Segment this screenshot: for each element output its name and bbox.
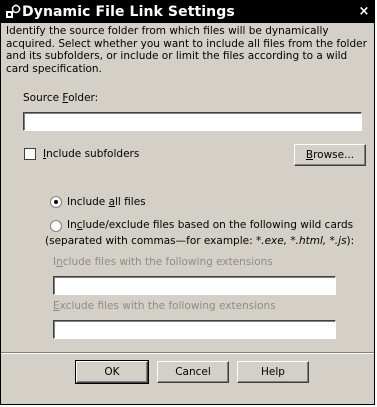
include-extensions-input[interactable] bbox=[53, 276, 336, 295]
browse-button[interactable]: Browse... bbox=[294, 144, 366, 166]
dynamic-file-link-dialog: Dynamic File Link Settings × Identify th… bbox=[0, 0, 375, 405]
exclude-extensions-label: Exclude files with the following extensi… bbox=[53, 300, 276, 312]
source-folder-input[interactable] bbox=[23, 112, 362, 131]
ok-button[interactable]: OK bbox=[75, 360, 149, 384]
include-exclude-wildcards-radio[interactable] bbox=[50, 220, 62, 232]
title-bar[interactable]: Dynamic File Link Settings × bbox=[1, 1, 374, 23]
source-folder-label: Source Folder: bbox=[23, 92, 99, 104]
cancel-button[interactable]: Cancel bbox=[157, 361, 229, 383]
close-icon[interactable]: × bbox=[356, 4, 372, 20]
footer-divider bbox=[1, 352, 374, 354]
description-text: Identify the source folder from which fi… bbox=[6, 25, 367, 75]
window-title: Dynamic File Link Settings bbox=[22, 4, 235, 20]
include-exclude-wildcards-label[interactable]: Include/exclude files based on the follo… bbox=[67, 218, 353, 232]
include-all-files-label[interactable]: Include all files bbox=[67, 195, 146, 209]
include-subfolders-label[interactable]: Include subfolders bbox=[43, 147, 139, 161]
include-extensions-label: Include files with the following extensi… bbox=[53, 256, 273, 268]
link-settings-icon bbox=[6, 4, 21, 18]
exclude-extensions-input[interactable] bbox=[53, 320, 336, 339]
wildcard-example-note: (separated with commas—for example: *.ex… bbox=[45, 235, 355, 247]
include-all-files-radio[interactable] bbox=[50, 196, 62, 208]
radio-selected-dot bbox=[54, 200, 58, 204]
help-button[interactable]: Help bbox=[237, 361, 309, 383]
include-subfolders-checkbox[interactable] bbox=[24, 148, 36, 160]
